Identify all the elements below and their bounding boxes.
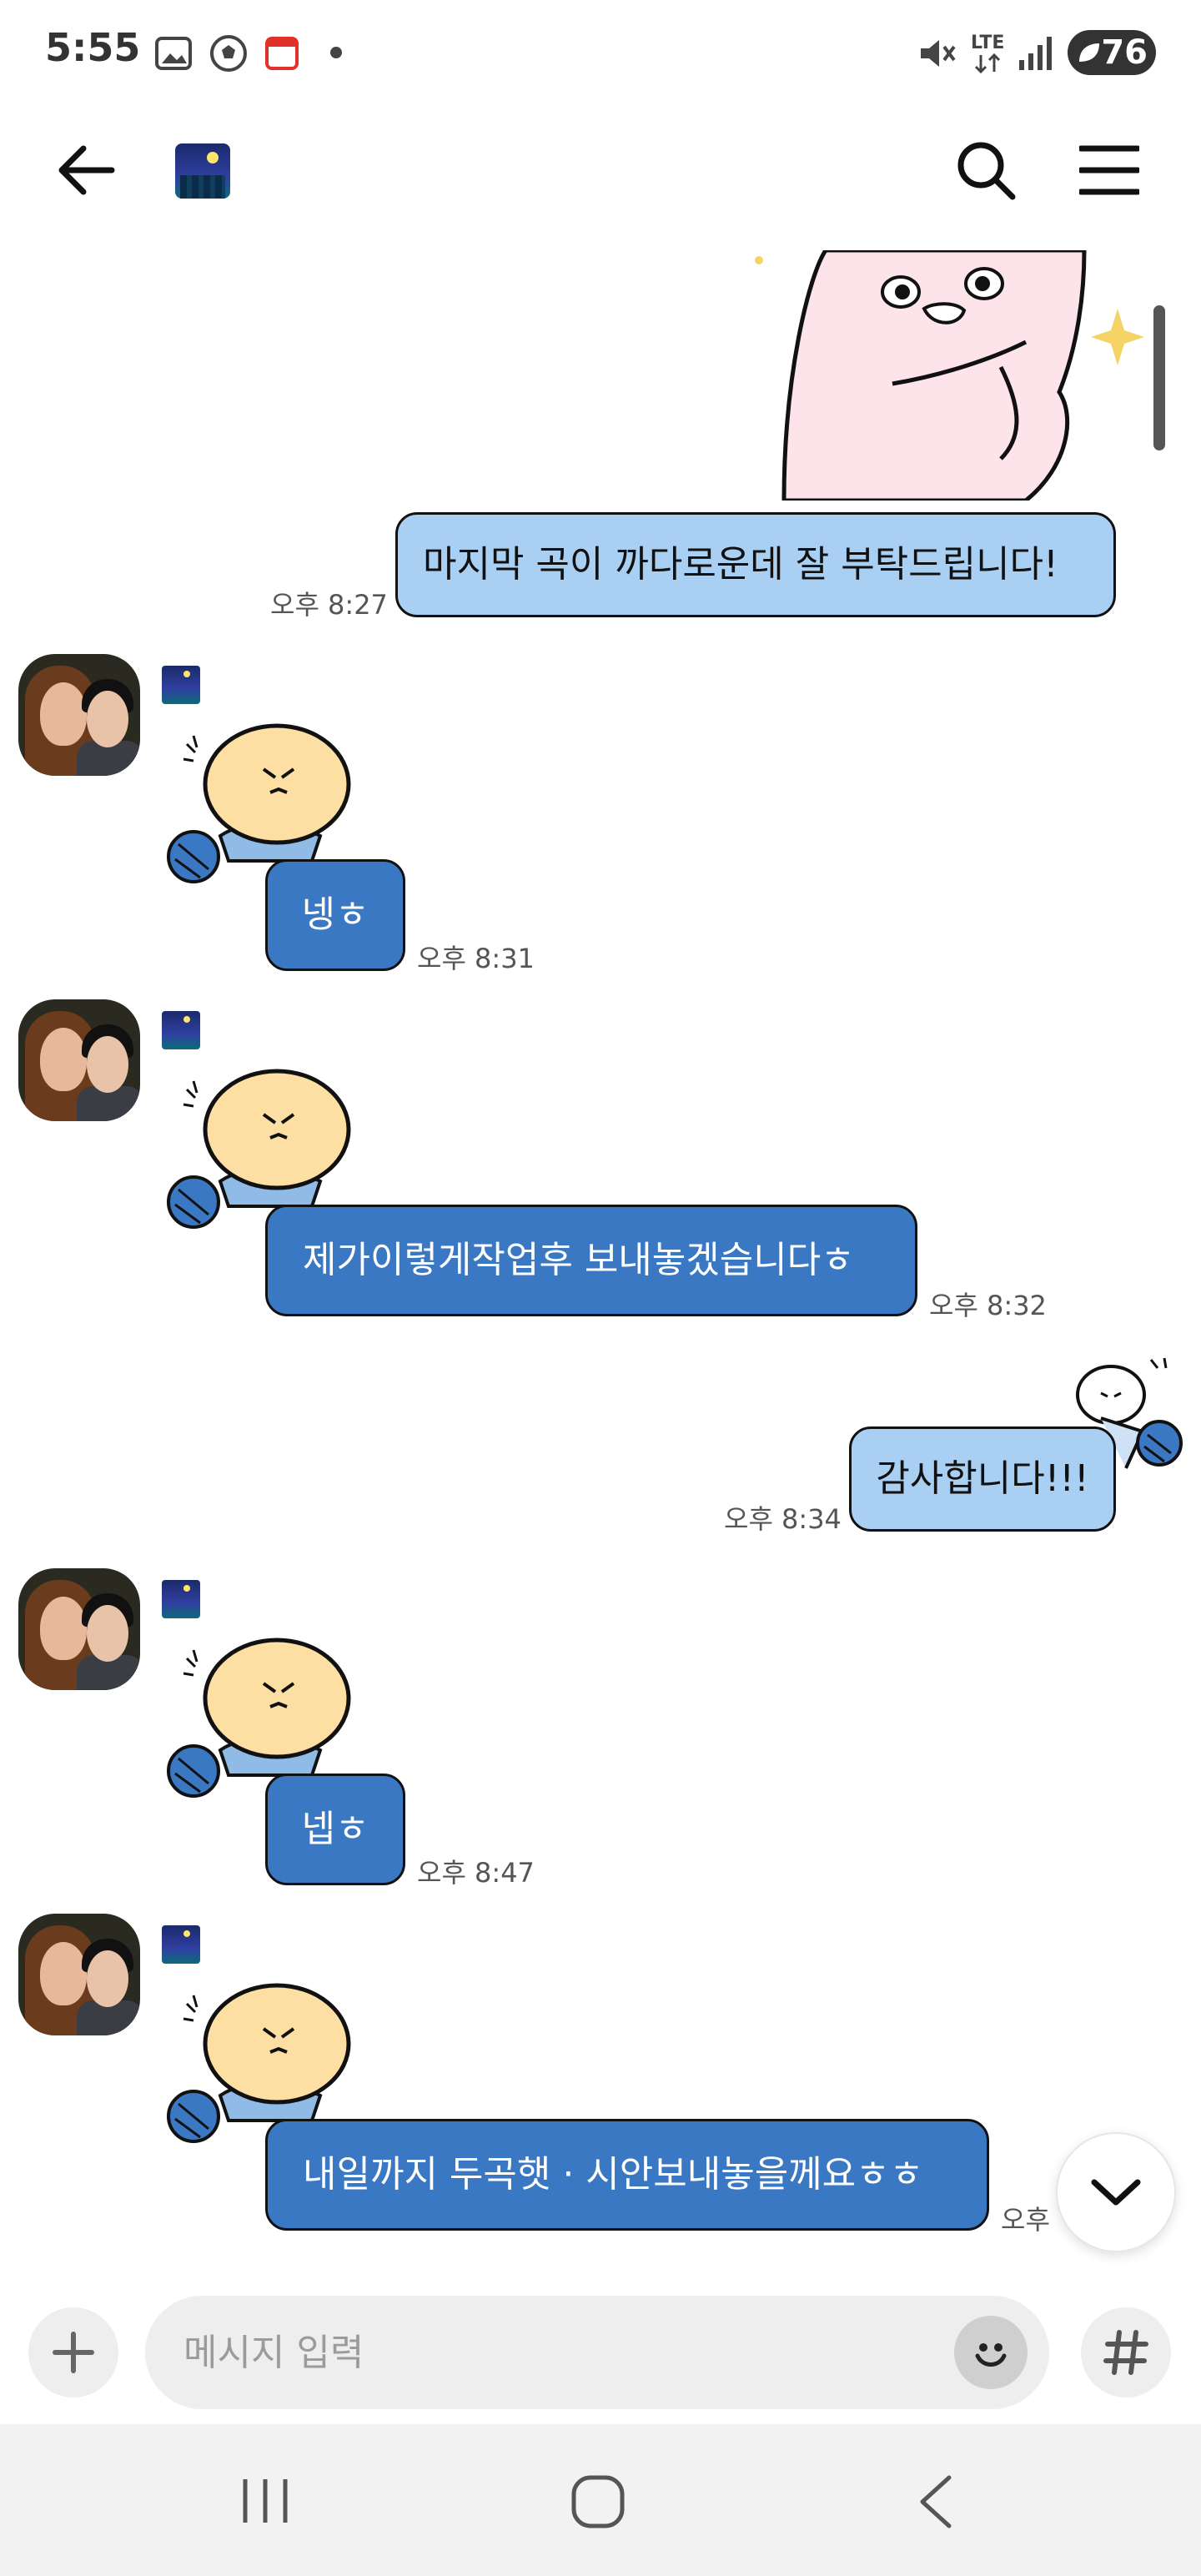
sender-name-icon [162, 666, 200, 704]
battery-indicator: 76 [1068, 30, 1156, 75]
sender-name-icon [162, 1925, 200, 1964]
menu-icon[interactable] [1079, 143, 1139, 197]
soccer-ball-icon [210, 35, 247, 72]
attach-plus-button[interactable] [28, 2307, 118, 2397]
smiley-icon [975, 2343, 1007, 2367]
sender-avatar[interactable] [18, 999, 140, 1121]
recent-apps-icon[interactable] [239, 2476, 292, 2526]
back-icon[interactable] [53, 140, 120, 200]
sender-name-icon [162, 1580, 200, 1618]
outgoing-message-bubble[interactable]: 감사합니다!!! [849, 1426, 1116, 1532]
plus-icon [53, 2332, 94, 2373]
chevron-down-icon [1091, 2179, 1141, 2206]
incoming-message-bubble[interactable]: 내일까지 두곡햇 · 시안보내놓을께요ㅎㅎ [265, 2119, 989, 2231]
system-navigation-bar [0, 2424, 1201, 2576]
leaf-icon [1079, 43, 1099, 62]
hash-icon [1103, 2330, 1148, 2375]
battery-level: 76 [1101, 33, 1148, 72]
mute-icon [921, 40, 956, 67]
message-time: 오후 8:31 [417, 943, 535, 974]
outgoing-message-bubble[interactable]: 마지막 곡이 까다로운데 잘 부탁드립니다! [395, 512, 1116, 617]
message-time: 오후 8:34 [724, 1503, 842, 1535]
message-text: 마지막 곡이 까다로운데 잘 부탁드립니다! [423, 542, 1058, 586]
message-text: 내일까지 두곡햇 · 시안보내놓을께요ㅎㅎ [303, 2152, 924, 2196]
message-time: 오후 8:27 [270, 589, 388, 621]
message-time: 오후 [1001, 2204, 1050, 2236]
incoming-message-bubble[interactable]: 넹ㅎ [265, 859, 405, 971]
sender-avatar[interactable] [18, 654, 140, 776]
message-text: 넹ㅎ [301, 893, 369, 936]
emoji-button[interactable] [954, 2316, 1028, 2389]
signal-icon [1019, 37, 1052, 70]
scroll-to-bottom-button[interactable] [1056, 2132, 1176, 2252]
message-input[interactable] [183, 2296, 934, 2409]
calendar-icon [265, 37, 299, 70]
hash-search-button[interactable] [1081, 2307, 1171, 2397]
nav-back-icon[interactable] [914, 2474, 956, 2529]
message-text: 제가이렇게작업후 보내놓겠습니다ㅎ [303, 1238, 855, 1281]
message-text: 감사합니다!!! [876, 1457, 1089, 1500]
sender-avatar[interactable] [18, 1568, 140, 1690]
notification-dot [330, 47, 342, 58]
incoming-message-bubble[interactable]: 넵ㅎ [265, 1774, 405, 1885]
sender-avatar[interactable] [18, 1914, 140, 2035]
gallery-icon [155, 37, 192, 70]
message-text: 넵ㅎ [301, 1807, 369, 1850]
search-icon[interactable] [954, 138, 1018, 202]
lte-icon: LTE [971, 33, 1004, 74]
scroll-indicator[interactable] [1153, 305, 1165, 450]
home-icon[interactable] [570, 2474, 626, 2529]
message-time: 오후 8:32 [929, 1290, 1047, 1321]
pink-bunny-sticker [755, 250, 1144, 501]
message-input-container [145, 2296, 1049, 2409]
svg-text:LTE: LTE [971, 33, 1004, 53]
chat-room-avatar[interactable] [175, 143, 230, 199]
message-time: 오후 8:47 [417, 1857, 535, 1889]
status-time: 5:55 [45, 25, 141, 70]
sender-name-icon [162, 1011, 200, 1049]
incoming-message-bubble[interactable]: 제가이렇게작업후 보내놓겠습니다ㅎ [265, 1205, 917, 1316]
